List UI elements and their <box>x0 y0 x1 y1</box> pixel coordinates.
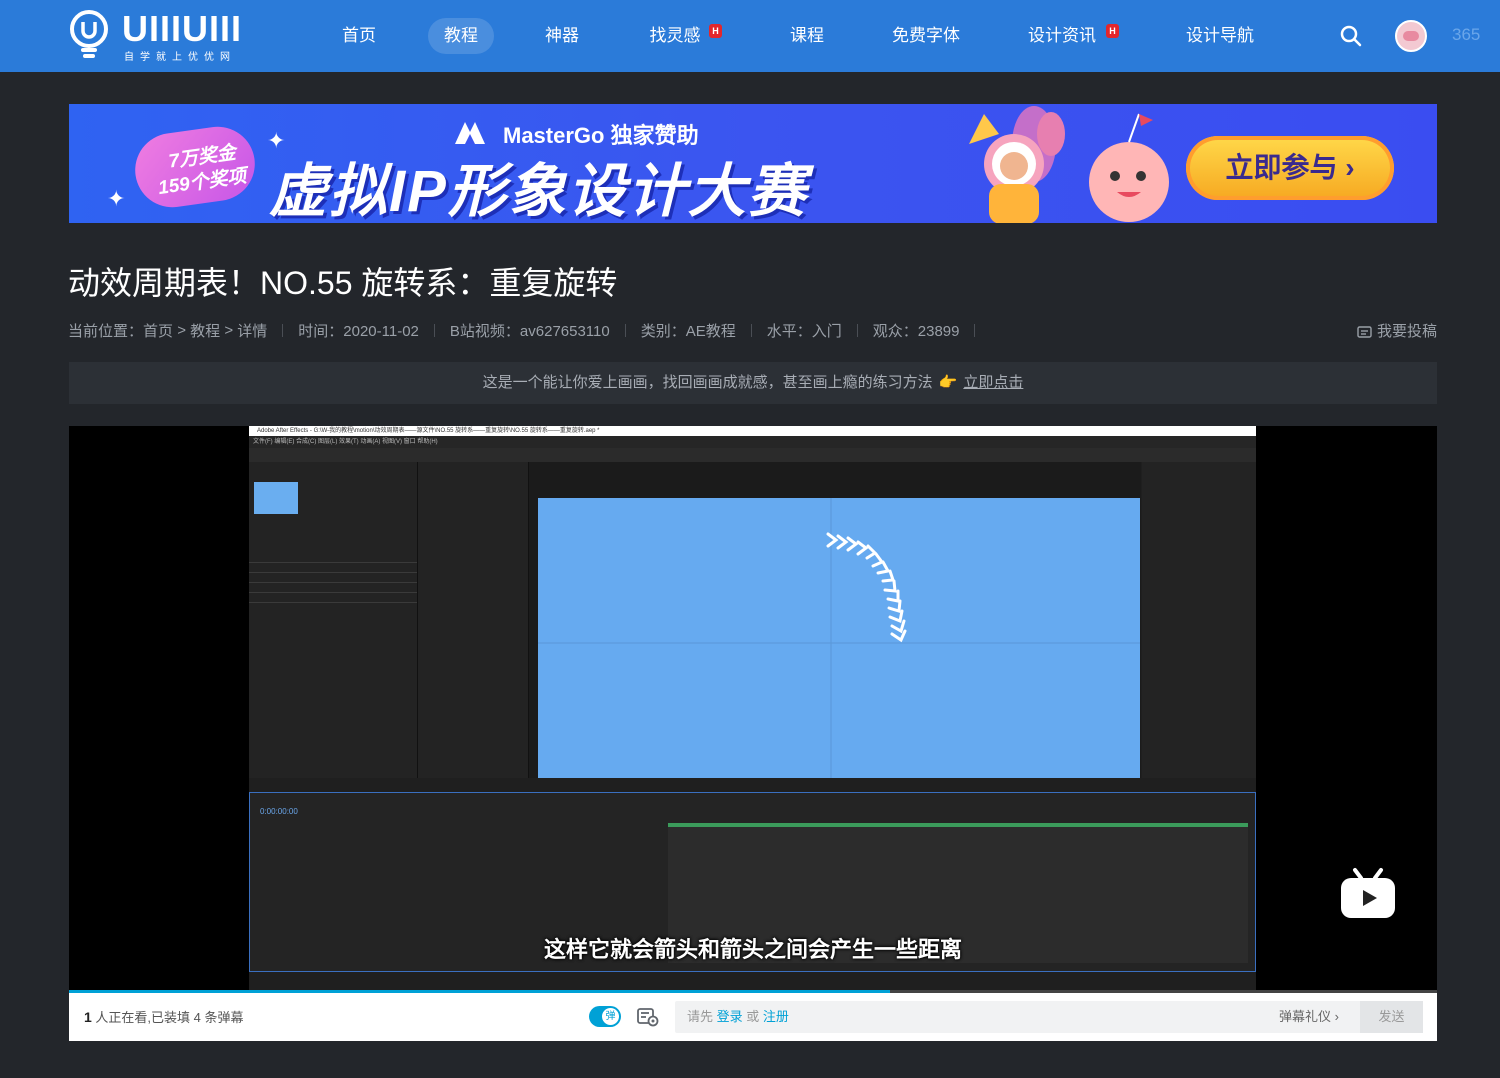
nav-label: 首页 <box>342 26 376 45</box>
promo-strip: 这是一个能让你爱上画画，找回画画成就感，甚至画上瘾的练习方法 👉 立即点击 <box>69 362 1437 404</box>
breadcrumb-separator: > <box>173 321 191 339</box>
top-navbar: UIIIUIII 自学就上优优网 首页 教程 神器 找灵感 H 课程 免费字体 设… <box>0 0 1500 72</box>
nav-label: 设计导航 <box>1186 26 1254 45</box>
rotating-arrows-icon <box>538 498 1140 778</box>
video-player[interactable]: Adobe After Effects - G:\W-我的教程\motion\动… <box>69 426 1437 992</box>
mascot-illustration-icon <box>969 106 1169 223</box>
viewer-number: 1 <box>84 1009 92 1025</box>
pointing-hand-icon: 👉 <box>938 374 958 391</box>
breadcrumb-home[interactable]: 首页 <box>143 320 173 341</box>
danmaku-toggle-label: 弹 <box>602 1008 619 1025</box>
viewer-text: 人正在看,已装填 4 条弹幕 <box>91 1010 244 1025</box>
nav-tools[interactable]: 神器 <box>533 18 591 54</box>
level: 水平：入门 <box>766 322 842 340</box>
danmaku-bar: 1 人正在看,已装填 4 条弹幕 弹 请先 登录 或 注册 弹幕礼仪 › 发送 <box>69 993 1437 1041</box>
ae-composition-panel <box>529 462 1141 778</box>
nav-label: 找灵感 <box>649 26 701 45</box>
publish-time: 时间：2020-11-02 <box>298 322 419 340</box>
nav-home[interactable]: 首页 <box>330 18 388 54</box>
upload-icon <box>1357 325 1372 338</box>
danmaku-settings-icon[interactable] <box>637 1007 659 1027</box>
nav-label: 设计资讯 <box>1028 26 1096 45</box>
ae-effects-panel <box>418 462 529 778</box>
sparkle-icon: ✦ <box>107 186 126 211</box>
join-now-button[interactable]: 立即参与 › <box>1186 136 1394 200</box>
user-score: 365 <box>1452 25 1481 44</box>
register-link[interactable]: 注册 <box>763 1009 789 1024</box>
breadcrumb-tutorials[interactable]: 教程 <box>190 320 220 341</box>
search-icon[interactable] <box>1340 25 1362 47</box>
site-logo[interactable]: UIIIUIII 自学就上优优网 <box>68 8 258 64</box>
breadcrumb-current: 详情 <box>237 322 268 340</box>
bilibili-id: B站视频：av627653110 <box>449 322 610 340</box>
article-meta: 当前位置： 首页 > 教程 > 详情 时间：2020-11-02 B站视频：av… <box>68 318 990 342</box>
danmaku-input[interactable]: 请先 登录 或 注册 弹幕礼仪 › <box>675 1001 1423 1033</box>
danmaku-toggle[interactable]: 弹 <box>589 1006 621 1027</box>
nav-label: 教程 <box>444 26 478 45</box>
bilibili-logo-icon[interactable] <box>1339 866 1397 920</box>
ae-comp-thumbnail <box>254 482 298 514</box>
breadcrumb-label: 当前位置： <box>68 322 144 340</box>
banner-title: 虚拟IP形象设计大赛 <box>269 159 808 223</box>
page-title: 动效周期表！NO.55 旋转系：重复旋转 <box>68 265 618 301</box>
nav-tutorials[interactable]: 教程 <box>428 18 494 54</box>
ae-canvas <box>538 498 1140 778</box>
danmaku-etiquette-link[interactable]: 弹幕礼仪 › <box>1279 1001 1339 1033</box>
ae-properties-panel <box>1142 462 1256 778</box>
ae-toolbar <box>249 448 1256 462</box>
nav-label: 免费字体 <box>892 26 960 45</box>
send-button[interactable]: 发送 <box>1360 1001 1423 1033</box>
logo-tagline: 自学就上优优网 <box>124 52 236 63</box>
ae-titlebar: Adobe After Effects - G:\W-我的教程\motion\动… <box>249 426 1256 436</box>
user-avatar[interactable] <box>1395 20 1427 52</box>
danmaku-login-prompt: 请先 登录 或 注册 <box>687 1001 789 1033</box>
mastergo-logo-icon <box>455 122 485 144</box>
nav-courses[interactable]: 课程 <box>778 18 836 54</box>
hot-badge: H <box>709 24 722 38</box>
promo-text: 这是一个能让你爱上画画，找回画画成就感，甚至画上瘾的练习方法 <box>482 374 933 391</box>
ae-timecode: 0:00:00:00 <box>260 807 298 816</box>
video-subtitle: 这样它就会箭头和箭头之间会产生一些距离 <box>543 937 962 962</box>
category: 类别：AE教程 <box>640 322 736 340</box>
prompt-prefix: 请先 <box>687 1009 714 1024</box>
breadcrumb-separator: > <box>220 321 238 339</box>
ae-menubar: 文件(F) 编辑(E) 合成(C) 图层(L) 效果(T) 动画(A) 视图(V… <box>249 436 1256 448</box>
submit-label: 我要投稿 <box>1376 323 1437 340</box>
prompt-or: 或 <box>746 1009 760 1024</box>
video-frame-after-effects: Adobe After Effects - G:\W-我的教程\motion\动… <box>249 426 1256 992</box>
viewer-count: 1 人正在看,已装填 4 条弹幕 <box>84 993 243 1042</box>
nav-label: 神器 <box>545 26 579 45</box>
login-link[interactable]: 登录 <box>717 1009 743 1024</box>
ad-banner[interactable]: ✦ ✦ 7万奖金 159个奖项 MasterGo 独家赞助 虚拟IP形象设计大赛… <box>69 104 1437 223</box>
submit-article-link[interactable]: 我要投稿 <box>1357 320 1437 341</box>
nav-inspiration[interactable]: 找灵感 H <box>640 18 722 54</box>
ae-project-panel <box>249 462 418 778</box>
hot-badge: H <box>1106 24 1119 38</box>
nav-free-fonts[interactable]: 免费字体 <box>882 18 970 54</box>
logo-wordmark: UIIIUIII <box>122 8 243 49</box>
nav-design-news[interactable]: 设计资讯 H <box>1020 18 1119 54</box>
nav-design-directory[interactable]: 设计导航 <box>1176 18 1264 54</box>
lightbulb-logo-icon <box>70 10 108 58</box>
promo-link[interactable]: 立即点击 <box>963 374 1023 391</box>
view-count: 观众：23899 <box>872 322 960 340</box>
nav-label: 课程 <box>790 26 824 45</box>
